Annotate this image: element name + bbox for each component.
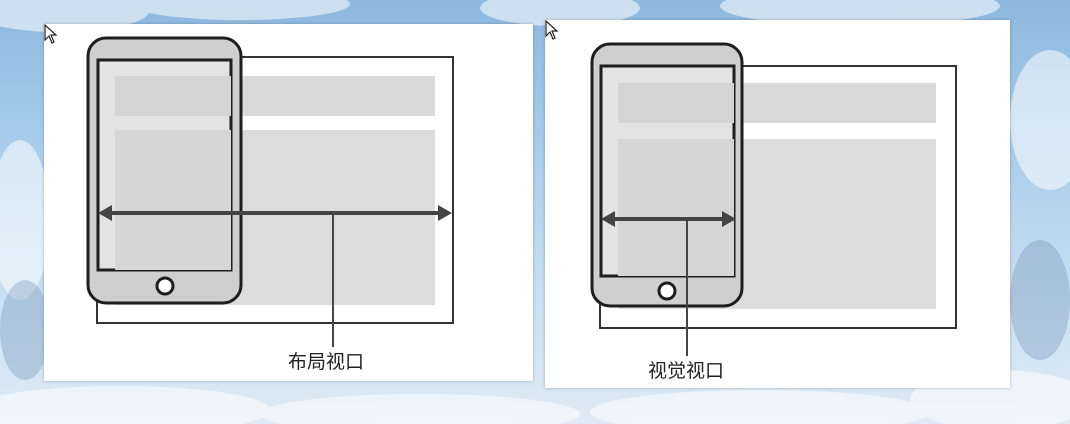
mouse-pointer-icon <box>545 20 559 40</box>
visual-viewport-diagram: 视觉视口 <box>545 20 1010 388</box>
layout-viewport-label: 布局视口 <box>288 351 365 373</box>
mouse-pointer-icon <box>44 24 58 44</box>
visual-viewport-illustration <box>590 42 957 356</box>
smartphone-icon <box>86 36 243 305</box>
smartphone-icon <box>590 42 744 308</box>
layout-viewport-diagram: 布局视口 <box>44 24 533 381</box>
visual-viewport-label: 视觉视口 <box>648 360 725 382</box>
layout-viewport-illustration <box>86 36 454 347</box>
